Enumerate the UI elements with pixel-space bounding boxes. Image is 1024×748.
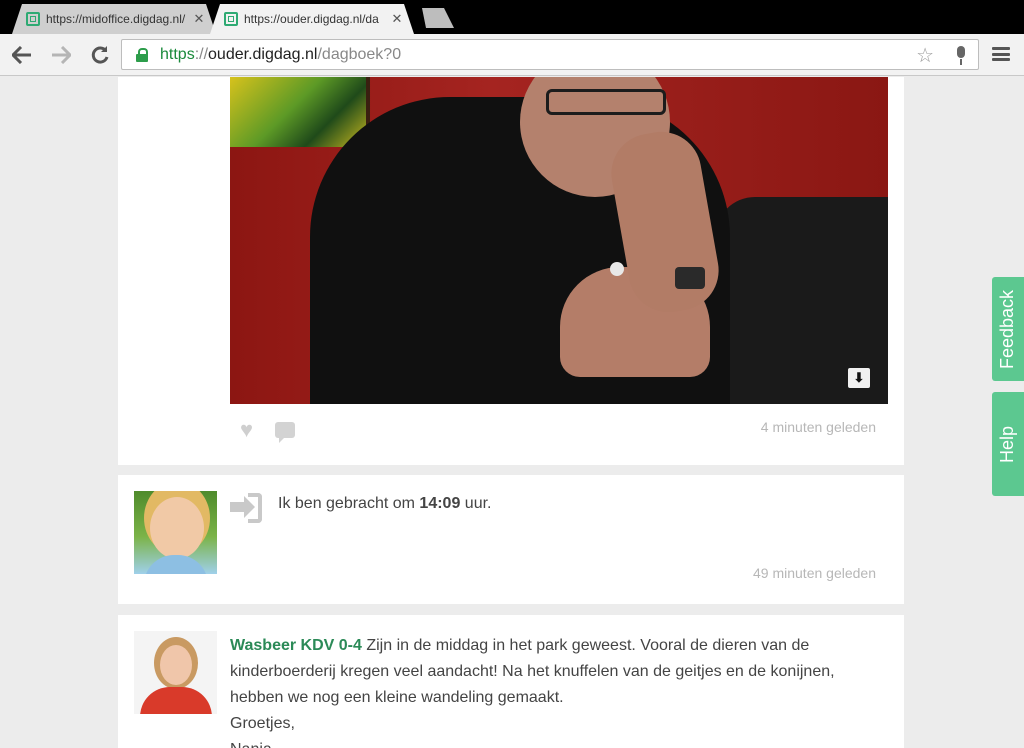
url-path: /dagboek?0 — [317, 45, 402, 63]
comment-bubble-icon[interactable] — [275, 422, 296, 443]
photo-post-card: ⬇ ♥ 4 minuten geleden — [118, 77, 904, 465]
help-label: Help — [997, 425, 1018, 463]
message-greeting: Groetjes, — [230, 715, 295, 732]
message-signature: Nanja — [230, 737, 860, 748]
diary-feed: ⬇ ♥ 4 minuten geleden Ik ben gebracht om… — [0, 77, 1024, 748]
new-tab-button[interactable] — [416, 8, 454, 28]
close-icon[interactable]: ✕ — [390, 11, 404, 27]
message-body: Wasbeer KDV 0-4 Zijn in de middag in het… — [230, 633, 860, 748]
browser-toolbar: https://ouder.digdag.nl/dagboek?0 ☆ — [0, 34, 1024, 76]
checkin-time: 14:09 — [419, 495, 461, 512]
forward-arrow-icon[interactable] — [49, 43, 73, 67]
url-text[interactable]: https://ouder.digdag.nl/dagboek?0 — [160, 46, 401, 64]
heart-icon[interactable]: ♥ — [240, 417, 253, 443]
checkin-text-after: uur. — [460, 495, 492, 512]
url-scheme: https — [160, 45, 195, 63]
star-icon[interactable]: ☆ — [916, 43, 934, 68]
address-bar[interactable]: https://ouder.digdag.nl/dagboek?0 ☆ — [121, 39, 979, 70]
post-actions: ♥ — [240, 417, 296, 443]
post-timestamp: 49 minuten geleden — [753, 565, 876, 581]
tab-title: https://ouder.digdag.nl/da — [244, 12, 379, 26]
message-post-card: Wasbeer KDV 0-4 Zijn in de middag in het… — [118, 615, 904, 748]
lock-icon — [136, 47, 148, 62]
browser-tab-midoffice[interactable]: https://midoffice.digdag.nl/ ✕ — [12, 4, 216, 34]
back-arrow-icon[interactable] — [10, 43, 34, 67]
post-photo[interactable]: ⬇ — [230, 77, 888, 404]
caregiver-avatar — [134, 631, 217, 714]
digdag-favicon-icon — [26, 12, 40, 26]
feedback-label: Feedback — [997, 289, 1018, 369]
sign-in-icon — [230, 491, 264, 525]
message-paragraph: Wasbeer KDV 0-4 Zijn in de middag in het… — [230, 633, 860, 711]
digdag-favicon-icon — [224, 12, 238, 26]
checkin-message: Ik ben gebracht om 14:09 uur. — [278, 495, 491, 513]
post-timestamp: 4 minuten geleden — [760, 419, 876, 435]
feedback-tab[interactable]: Feedback — [992, 277, 1024, 381]
browser-tab-strip: https://midoffice.digdag.nl/ ✕ https://o… — [0, 0, 1024, 34]
checkin-post-card: Ik ben gebracht om 14:09 uur. 49 minuten… — [118, 475, 904, 604]
child-avatar — [134, 491, 217, 574]
tab-title: https://midoffice.digdag.nl/ — [46, 12, 186, 26]
close-icon[interactable]: ✕ — [192, 11, 206, 27]
microphone-icon[interactable] — [954, 46, 968, 66]
reload-icon[interactable] — [88, 43, 112, 67]
url-separator: :// — [194, 45, 209, 63]
checkin-text-before: Ik ben gebracht om — [278, 495, 420, 512]
help-tab[interactable]: Help — [992, 392, 1024, 496]
group-name-link[interactable]: Wasbeer KDV 0-4 — [230, 637, 362, 654]
download-icon[interactable]: ⬇ — [848, 368, 870, 388]
url-host: ouder.digdag.nl — [208, 45, 318, 63]
browser-tab-ouder[interactable]: https://ouder.digdag.nl/da ✕ — [210, 4, 414, 34]
hamburger-menu-icon[interactable] — [992, 46, 1010, 62]
